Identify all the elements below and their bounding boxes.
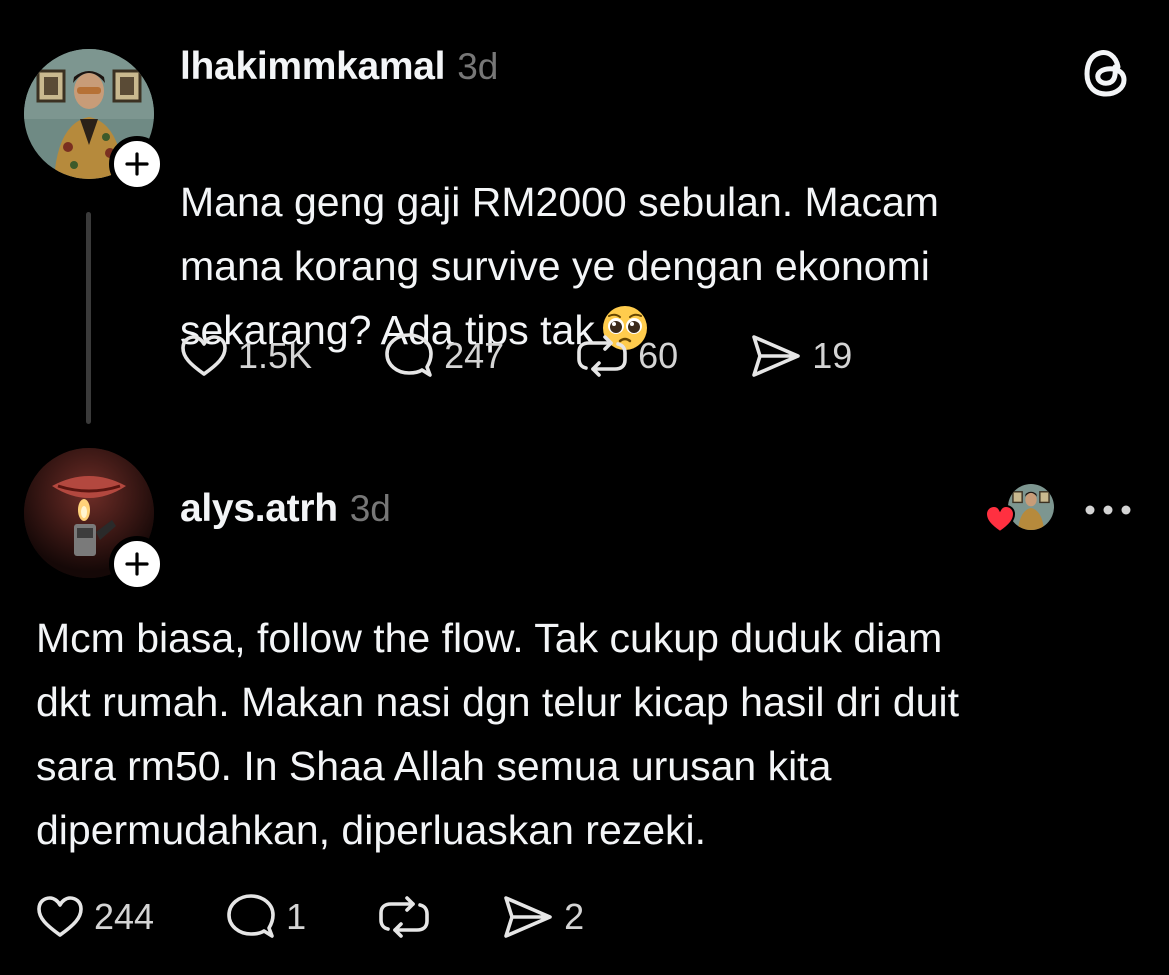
reply-timestamp: 3d <box>349 488 391 529</box>
repost-count: 60 <box>638 335 679 376</box>
reply-repost-button[interactable] <box>378 895 430 939</box>
plus-icon <box>125 152 149 176</box>
reply-like-count: 244 <box>94 896 155 937</box>
follow-author-button[interactable] <box>109 136 165 192</box>
reply-header: alys.atrh 3d <box>180 487 391 531</box>
more-options-button[interactable] <box>1083 500 1133 520</box>
like-button[interactable]: 1.5K <box>180 334 312 378</box>
repost-icon <box>577 335 627 377</box>
reply-share-count: 2 <box>564 896 585 937</box>
post-text: Mana geng gaji RM2000 sebulan. Macam man… <box>180 179 939 353</box>
thread-line <box>86 212 91 424</box>
reply-actions: 244 1 2 <box>36 893 584 941</box>
heart-filled-icon <box>984 504 1016 534</box>
more-horizontal-icon <box>1085 505 1131 515</box>
heart-icon <box>37 896 83 937</box>
follow-replier-button[interactable] <box>109 536 165 592</box>
reply-count: 247 <box>444 335 505 376</box>
liked-by-author-indicator <box>984 484 1056 536</box>
post-body: Mana geng gaji RM2000 sebulan. Macam man… <box>180 106 1110 370</box>
post-timestamp: 3d <box>457 46 499 87</box>
share-count: 19 <box>812 335 853 376</box>
reply-button[interactable]: 247 <box>384 332 504 380</box>
reply-body: Mcm biasa, follow the flow. Tak cukup du… <box>36 615 959 853</box>
threads-logo-icon[interactable] <box>1083 47 1131 104</box>
reply-like-button[interactable]: 244 <box>36 895 154 939</box>
post-header: lhakimmkamal 3d <box>180 45 498 89</box>
plus-icon <box>125 552 149 576</box>
heart-icon <box>181 335 227 376</box>
reply-comment-button[interactable]: 1 <box>226 893 306 941</box>
reply-share-button[interactable]: 2 <box>502 894 584 940</box>
post-actions: 1.5K 247 60 19 <box>180 332 852 380</box>
like-count: 1.5K <box>238 335 313 376</box>
repost-icon <box>379 896 429 938</box>
repost-button[interactable]: 60 <box>576 334 678 378</box>
send-icon <box>504 896 552 938</box>
post-username[interactable]: lhakimmkamal <box>180 45 446 89</box>
comment-icon <box>385 333 433 377</box>
send-icon <box>752 335 800 377</box>
reply-comment-count: 1 <box>286 896 307 937</box>
comment-icon <box>227 894 275 938</box>
share-button[interactable]: 19 <box>750 333 852 379</box>
reply-username[interactable]: alys.atrh <box>180 487 338 531</box>
